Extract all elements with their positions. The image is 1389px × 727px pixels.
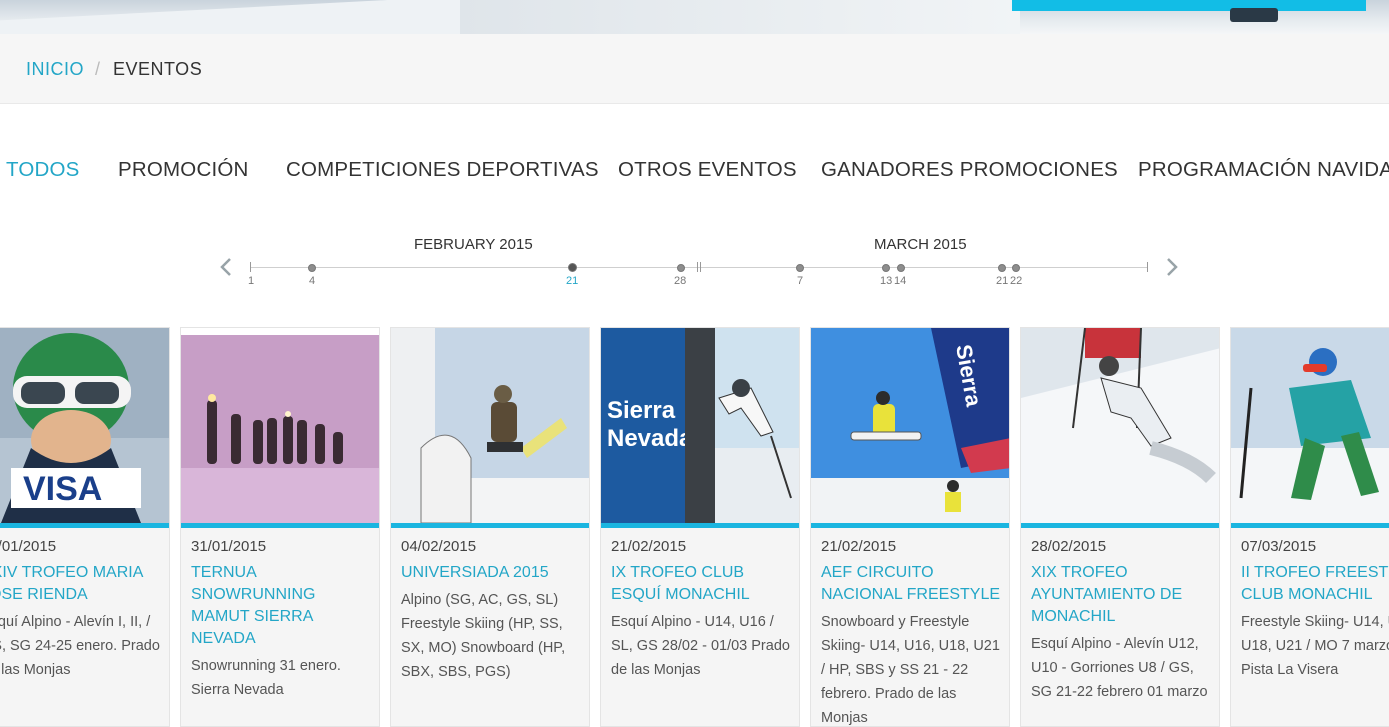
svg-text:Nevada: Nevada <box>607 425 693 452</box>
event-image-snowboarder-jump <box>391 328 589 523</box>
timeline-date-21-feb: 21 <box>566 275 579 287</box>
event-date: 21/02/2015 <box>821 538 897 555</box>
hero-promo-box[interactable] <box>1012 0 1366 11</box>
timeline-dot-21-feb[interactable] <box>568 263 577 272</box>
event-description: Snowrunning 31 enero. Sierra Nevada <box>191 658 341 698</box>
event-image-freestyle-skier <box>1231 328 1389 523</box>
tab-todos[interactable]: TODOS <box>6 158 80 182</box>
chevron-right-icon[interactable] <box>1165 257 1181 277</box>
event-title[interactable]: AEF CIRCUITO NACIONAL FREESTYLE <box>821 562 1006 606</box>
timeline-date-14: 14 <box>894 275 907 287</box>
event-card-accent-bar <box>601 523 799 528</box>
event-image-giant-slalom <box>1021 328 1219 523</box>
event-date: 31/01/2015 <box>191 538 267 555</box>
event-card[interactable]: 28/02/2015 XIX TROFEO AYUNTAMIENTO DE MO… <box>1020 327 1220 727</box>
event-description: Freestyle Skiing- U14, U16, U18, U21 / M… <box>1241 614 1389 678</box>
event-card-accent-bar <box>181 523 379 528</box>
event-image-skier-portrait: VISA <box>0 328 169 523</box>
event-title[interactable]: IX TROFEO CLUB ESQUÍ MONACHIL <box>611 562 796 606</box>
event-card-accent-bar <box>391 523 589 528</box>
event-card[interactable]: 04/02/2015 UNIVERSIADA 2015 Alpino (SG, … <box>390 327 590 727</box>
snow-slope <box>0 0 470 34</box>
timeline-start-tick <box>250 262 251 272</box>
event-date: 29/01/2015 <box>0 538 57 555</box>
event-description: Esquí Alpino - Alevín U12, U10 - Gorrion… <box>1031 636 1208 700</box>
event-image-night-runners <box>181 328 379 523</box>
timeline-dot-21-mar[interactable] <box>998 264 1006 272</box>
timeline-date-7: 7 <box>797 275 804 287</box>
tab-programacion-navidad[interactable]: PROGRAMACIÓN NAVIDAD <box>1138 158 1389 182</box>
event-description: Alpino (SG, AC, GS, SL) Freestyle Skiing… <box>401 592 566 680</box>
timeline-month-march: MARCH 2015 <box>874 236 967 253</box>
timeline-date-28: 28 <box>674 275 687 287</box>
svg-text:Sierra: Sierra <box>607 397 676 424</box>
event-description: Esquí Alpino - Alevín I, II, / GS, SG 24… <box>0 614 160 678</box>
event-card[interactable]: Sierra Nevada 21/02/2015 IX TROFEO CLUB … <box>600 327 800 727</box>
timeline-date-22: 22 <box>1010 275 1023 287</box>
tab-promocion[interactable]: PROMOCIÓN <box>118 158 249 182</box>
event-card-accent-bar <box>1231 523 1389 528</box>
event-date: 04/02/2015 <box>401 538 477 555</box>
timeline-date-4: 4 <box>309 275 316 287</box>
hero-skier <box>1230 8 1278 22</box>
breadcrumb-current: EVENTOS <box>113 59 203 79</box>
timeline-dot-22[interactable] <box>1012 264 1020 272</box>
event-title[interactable]: TERNUA SNOWRUNNING MAMUT SIERRA NEVADA <box>191 562 376 650</box>
event-date: 07/03/2015 <box>1241 538 1317 555</box>
svg-text:VISA: VISA <box>23 470 102 508</box>
event-description: Esquí Alpino - U14, U16 / SL, GS 28/02 -… <box>611 614 790 678</box>
timeline-dot-28[interactable] <box>677 264 685 272</box>
timeline-date-1: 1 <box>248 275 255 287</box>
tab-otros-eventos[interactable]: OTROS EVENTOS <box>618 158 797 182</box>
event-timeline: FEBRUARY 2015 MARCH 2015 1 4 21 28 7 13 … <box>0 230 1389 290</box>
event-image-freestyle-air: Sierra <box>811 328 1009 523</box>
event-card-list: VISA 29/01/2015 XXIV TROFEO MARIA JOSE R… <box>0 327 1389 727</box>
tab-competiciones-deportivas[interactable]: COMPETICIONES DEPORTIVAS <box>286 158 599 182</box>
tab-ganadores-promociones[interactable]: GANADORES PROMOCIONES <box>821 158 1118 182</box>
timeline-month-tick-2 <box>700 262 701 272</box>
timeline-dot-14[interactable] <box>897 264 905 272</box>
event-card[interactable]: 31/01/2015 TERNUA SNOWRUNNING MAMUT SIER… <box>180 327 380 727</box>
chevron-left-icon[interactable] <box>219 257 235 277</box>
timeline-date-13: 13 <box>880 275 893 287</box>
event-image-start-gate: Sierra Nevada <box>601 328 799 523</box>
event-title[interactable]: XIX TROFEO AYUNTAMIENTO DE MONACHIL <box>1031 562 1216 628</box>
event-card-accent-bar <box>1021 523 1219 528</box>
snow-slope-2 <box>460 0 1020 34</box>
hero-banner <box>0 0 1389 34</box>
event-card[interactable]: Sierra 21/02/2015 AEF CIRCUITO NACIONAL … <box>810 327 1010 727</box>
breadcrumb-separator: / <box>95 59 101 79</box>
event-title[interactable]: XXIV TROFEO MARIA JOSE RIENDA <box>0 562 166 606</box>
timeline-dot-7[interactable] <box>796 264 804 272</box>
breadcrumb: INICIO / EVENTOS <box>0 34 1389 104</box>
timeline-month-february: FEBRUARY 2015 <box>414 236 533 253</box>
timeline-end-tick <box>1147 262 1148 272</box>
event-date: 28/02/2015 <box>1031 538 1107 555</box>
event-date: 21/02/2015 <box>611 538 687 555</box>
event-description: Snowboard y Freestyle Skiing- U14, U16, … <box>821 614 1000 726</box>
timeline-month-tick <box>697 262 698 272</box>
event-title[interactable]: UNIVERSIADA 2015 <box>401 562 586 584</box>
event-title[interactable]: II TROFEO FREESTYLE CLUB MONACHIL <box>1241 562 1389 606</box>
breadcrumb-home-link[interactable]: INICIO <box>26 59 84 80</box>
timeline-dot-4[interactable] <box>308 264 316 272</box>
event-card-accent-bar <box>811 523 1009 528</box>
event-card[interactable]: VISA 29/01/2015 XXIV TROFEO MARIA JOSE R… <box>0 327 170 727</box>
timeline-date-21-mar: 21 <box>996 275 1009 287</box>
event-card-accent-bar <box>0 523 169 528</box>
timeline-dot-13[interactable] <box>882 264 890 272</box>
event-card[interactable]: 07/03/2015 II TROFEO FREESTYLE CLUB MONA… <box>1230 327 1389 727</box>
